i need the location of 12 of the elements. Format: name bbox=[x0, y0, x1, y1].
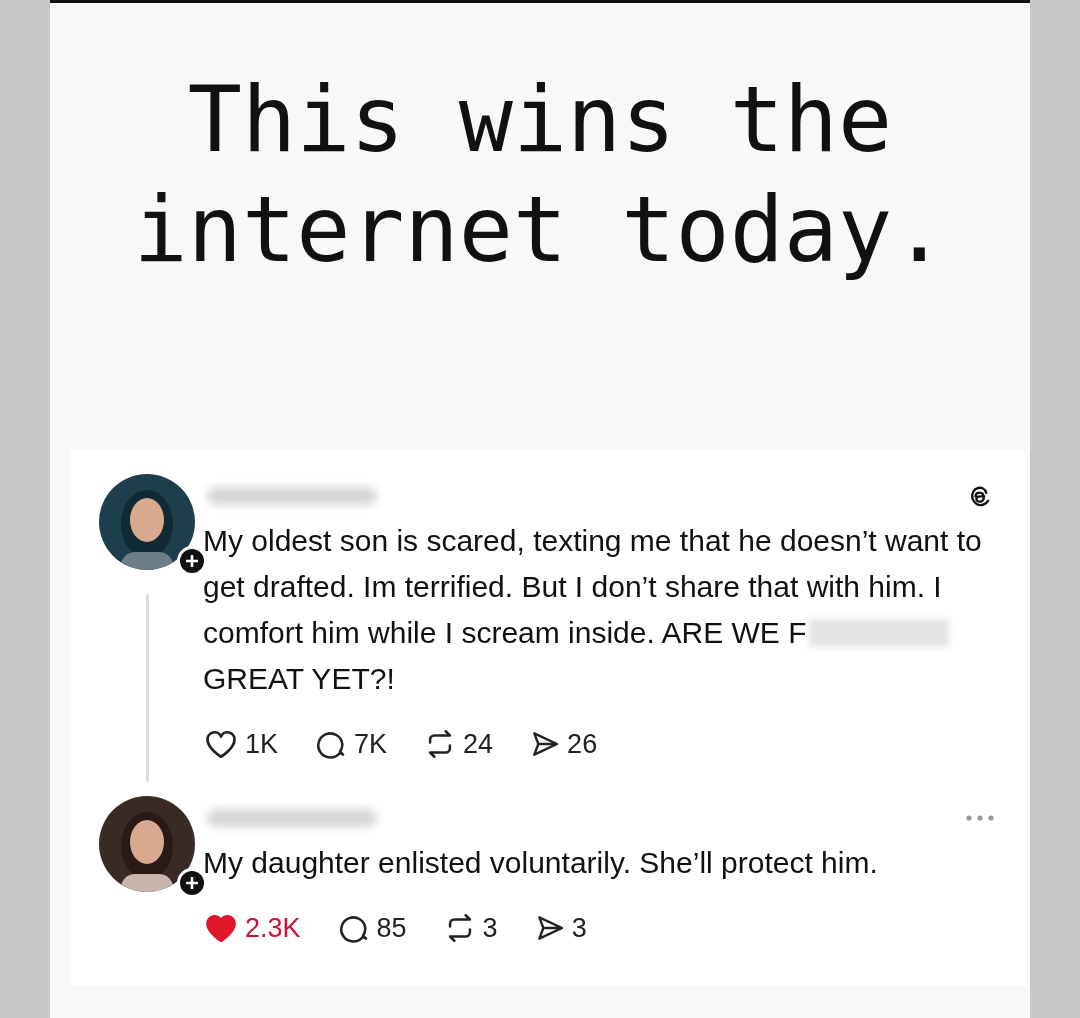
reply-button[interactable]: 85 bbox=[336, 910, 407, 946]
headline: This wins the internet today. bbox=[133, 66, 947, 284]
like-button[interactable]: 1K bbox=[203, 726, 279, 762]
more-icon[interactable] bbox=[965, 814, 995, 822]
share-button[interactable]: 3 bbox=[533, 910, 587, 946]
repost-button[interactable]: 24 bbox=[423, 726, 494, 762]
post-text: My oldest son is scared, texting me that he doesn’t want to get drafted. Im terrified. But I don’t share that with him. I comfort him while I scream inside. ARE WE F GREAT YET?! bbox=[203, 523, 983, 697]
reply-button[interactable]: 7K bbox=[314, 726, 388, 762]
share-button[interactable]: 26 bbox=[529, 726, 598, 762]
like-button[interactable]: 2.3K bbox=[203, 910, 301, 946]
post-text: My daughter enlisted voluntarily. She’ll protect him. bbox=[203, 845, 879, 881]
repost-button[interactable]: 3 bbox=[442, 910, 498, 946]
